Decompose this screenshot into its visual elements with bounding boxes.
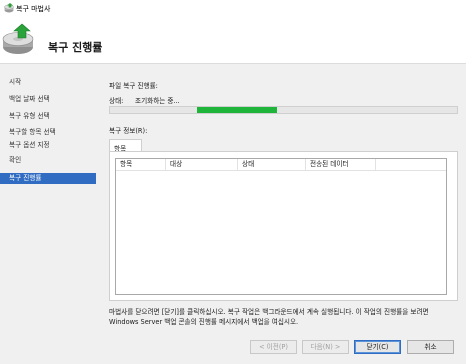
disk-restore-icon <box>2 23 34 54</box>
recovery-info-label: 복구 정보(R): <box>109 127 148 135</box>
status-label: 상태: <box>109 97 124 105</box>
progress-title: 파일 복구 진행률: <box>109 82 158 90</box>
tab-panel: 항목 대상 상태 전송된 데이터 <box>109 151 458 301</box>
info-text: 마법사를 닫으려면 [닫기]를 클릭하십시오. 복구 작업은 백그라운드에서 계… <box>109 308 429 326</box>
step-select-backup-date: 백업 날짜 선택 <box>9 95 50 103</box>
wizard-steps-sidebar: 시작 백업 날짜 선택 복구 유형 선택 복구할 항목 선택 복구 옵션 지정 … <box>0 64 96 364</box>
step-select-items: 복구할 항목 선택 <box>9 128 56 136</box>
step-select-recovery-type: 복구 유형 선택 <box>9 112 50 120</box>
recovery-wizard-icon <box>4 3 14 13</box>
close-button[interactable]: 닫기(C) <box>354 340 401 354</box>
step-confirmation: 확인 <box>9 156 22 164</box>
column-header-item[interactable]: 항목 <box>116 159 166 170</box>
progress-bar-fill <box>197 107 277 113</box>
window-title: 복구 마법사 <box>16 5 51 13</box>
page-title: 복구 진행률 <box>48 41 103 54</box>
step-recovery-progress: 복구 진행률 <box>0 173 96 184</box>
list-header: 항목 대상 상태 전송된 데이터 <box>116 159 446 171</box>
next-button[interactable]: 다음(N) > <box>302 340 349 354</box>
step-recovery-options: 복구 옵션 지정 <box>9 141 50 149</box>
recovery-progress-bar <box>109 106 458 114</box>
column-header-transferred-data[interactable]: 전송된 데이터 <box>306 159 376 170</box>
previous-button[interactable]: < 이전(P) <box>250 340 297 354</box>
column-header-status[interactable]: 상태 <box>238 159 306 170</box>
recovery-items-list[interactable]: 항목 대상 상태 전송된 데이터 <box>115 158 447 295</box>
status-value: 조기화하는 중... <box>135 97 180 105</box>
main-content: 파일 복구 진행률: 상태: 조기화하는 중... 복구 정보(R): 항목 항… <box>96 64 466 364</box>
cancel-button[interactable]: 취소 <box>407 340 454 354</box>
title-bar: 복구 마법사 <box>0 0 466 17</box>
step-start: 시작 <box>9 78 22 86</box>
column-header-destination[interactable]: 대상 <box>166 159 238 170</box>
wizard-header: 복구 진행률 <box>0 17 466 64</box>
